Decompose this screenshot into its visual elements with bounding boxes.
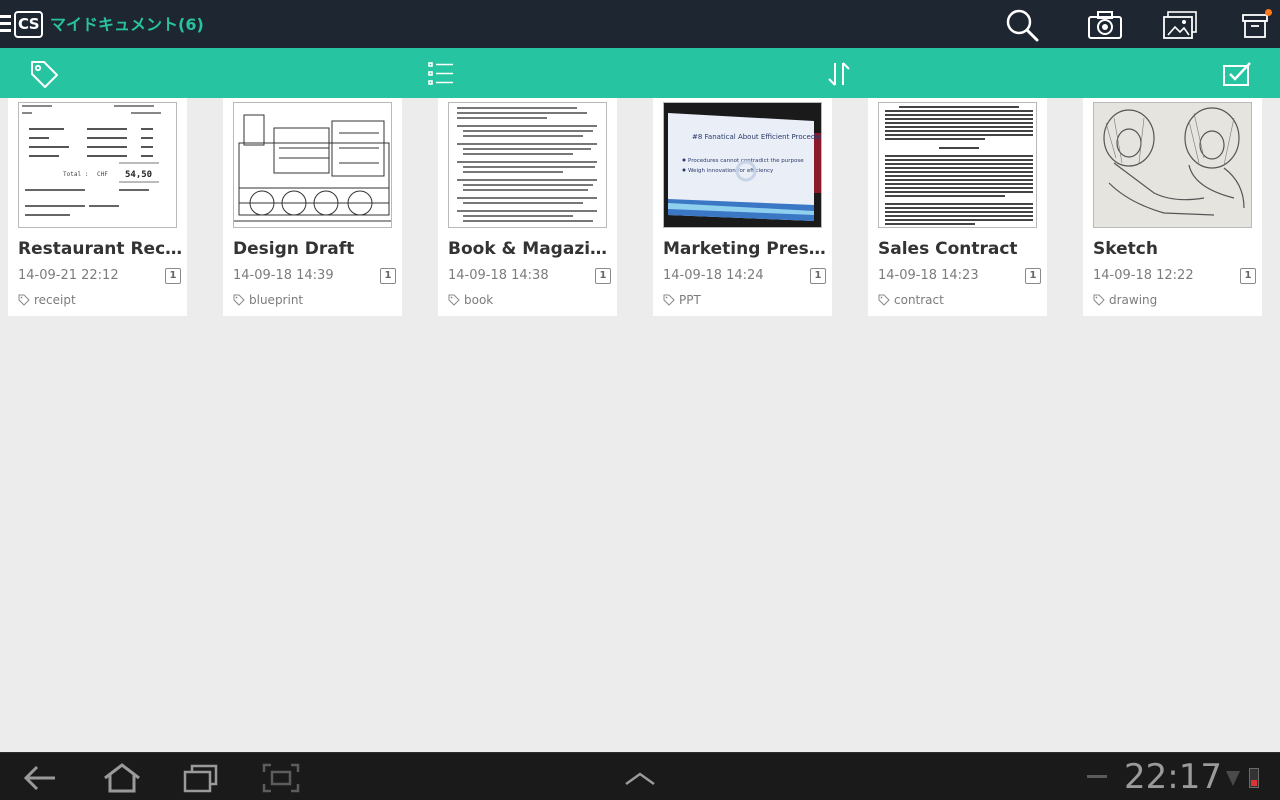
document-tag[interactable]: PPT bbox=[663, 293, 701, 307]
document-card[interactable]: Sketch 14-09-18 12:22 1 drawing bbox=[1083, 98, 1262, 316]
tag-label: blueprint bbox=[249, 293, 304, 307]
home-icon[interactable] bbox=[102, 761, 142, 795]
document-date: 14-09-18 14:24 bbox=[663, 268, 764, 283]
archive-icon[interactable] bbox=[1235, 6, 1275, 44]
notification-dash-icon bbox=[1087, 775, 1107, 778]
app-header: CS マイドキュメント(6) bbox=[0, 0, 1280, 48]
document-tag[interactable]: blueprint bbox=[233, 293, 303, 307]
document-title: Sales Contract bbox=[878, 239, 1018, 259]
app-logo[interactable]: CS bbox=[14, 11, 43, 38]
document-card[interactable]: Sales Contract 14-09-18 14:23 1 contract bbox=[868, 98, 1047, 316]
document-title: Book & Magazine bbox=[448, 239, 613, 259]
tag-icon[interactable] bbox=[26, 56, 62, 92]
document-tag[interactable]: contract bbox=[878, 293, 944, 307]
tag-label: receipt bbox=[34, 293, 76, 307]
page-count-badge: 1 bbox=[595, 268, 611, 284]
page-title: マイドキュメント(6) bbox=[50, 15, 204, 34]
document-date: 14-09-18 14:39 bbox=[233, 268, 334, 283]
tag-label: drawing bbox=[1109, 293, 1158, 307]
sort-icon[interactable] bbox=[821, 56, 857, 92]
document-thumbnail[interactable] bbox=[448, 102, 607, 228]
action-bar bbox=[0, 48, 1280, 98]
document-tag[interactable]: drawing bbox=[1093, 293, 1157, 307]
document-thumbnail[interactable]: #8 Fanatical About Efficient Procedures … bbox=[663, 102, 822, 228]
tag-label: PPT bbox=[679, 293, 701, 307]
tag-icon bbox=[448, 294, 460, 306]
document-thumbnail[interactable] bbox=[878, 102, 1037, 228]
document-thumbnail[interactable] bbox=[233, 102, 392, 228]
page-count-badge: 1 bbox=[380, 268, 396, 284]
document-date: 14-09-18 14:23 bbox=[878, 268, 979, 283]
page-count-badge: 1 bbox=[810, 268, 826, 284]
search-icon[interactable] bbox=[1002, 6, 1042, 44]
document-title: Marketing Presen... bbox=[663, 239, 828, 259]
document-thumbnail[interactable] bbox=[1093, 102, 1252, 228]
recent-apps-icon[interactable] bbox=[180, 761, 220, 795]
signal-icon bbox=[1225, 769, 1241, 791]
drawer-menu-icon[interactable] bbox=[0, 15, 11, 33]
tag-icon bbox=[663, 294, 675, 306]
system-nav-bar: 22:17 bbox=[0, 752, 1280, 800]
tag-icon bbox=[878, 294, 890, 306]
tag-label: book bbox=[464, 293, 494, 307]
status-clock[interactable]: 22:17 bbox=[1124, 758, 1222, 796]
page-count-badge: 1 bbox=[1025, 268, 1041, 284]
document-thumbnail[interactable]: Total : CHF 54,50 bbox=[18, 102, 177, 228]
tag-label: contract bbox=[894, 293, 944, 307]
screenshot-icon[interactable] bbox=[261, 761, 301, 795]
import-image-icon[interactable] bbox=[1160, 6, 1200, 44]
document-tag[interactable]: book bbox=[448, 293, 493, 307]
chevron-up-icon[interactable] bbox=[620, 761, 660, 795]
receipt-total-label: Total : bbox=[63, 171, 88, 178]
select-icon[interactable] bbox=[1219, 56, 1255, 92]
tag-icon bbox=[1093, 294, 1105, 306]
document-tag[interactable]: receipt bbox=[18, 293, 76, 307]
document-date: 14-09-18 14:38 bbox=[448, 268, 549, 283]
receipt-total: 54,50 bbox=[125, 170, 152, 180]
document-title: Sketch bbox=[1093, 239, 1158, 259]
notification-dot bbox=[1265, 9, 1272, 16]
document-card[interactable]: Book & Magazine 14-09-18 14:38 1 book bbox=[438, 98, 617, 316]
slide-heading: #8 Fanatical About Efficient Procedures bbox=[692, 133, 822, 141]
document-card[interactable]: Design Draft 14-09-18 14:39 1 blueprint bbox=[223, 98, 402, 316]
slide-bullet: Weigh innovation for efficiency bbox=[688, 168, 774, 174]
battery-icon bbox=[1249, 768, 1259, 788]
page-count-badge: 1 bbox=[165, 268, 181, 284]
list-view-icon[interactable] bbox=[424, 56, 460, 92]
document-date: 14-09-21 22:12 bbox=[18, 268, 119, 283]
receipt-currency: CHF bbox=[97, 171, 108, 178]
document-title: Restaurant Receipt bbox=[18, 239, 183, 259]
camera-icon[interactable] bbox=[1085, 6, 1125, 44]
back-icon[interactable] bbox=[20, 761, 60, 795]
tag-icon bbox=[233, 294, 245, 306]
document-card[interactable]: Total : CHF 54,50 Restaurant Receipt 14-… bbox=[8, 98, 187, 316]
tag-icon bbox=[18, 294, 30, 306]
document-title: Design Draft bbox=[233, 239, 355, 259]
document-date: 14-09-18 12:22 bbox=[1093, 268, 1194, 283]
document-card[interactable]: #8 Fanatical About Efficient Procedures … bbox=[653, 98, 832, 316]
page-count-badge: 1 bbox=[1240, 268, 1256, 284]
